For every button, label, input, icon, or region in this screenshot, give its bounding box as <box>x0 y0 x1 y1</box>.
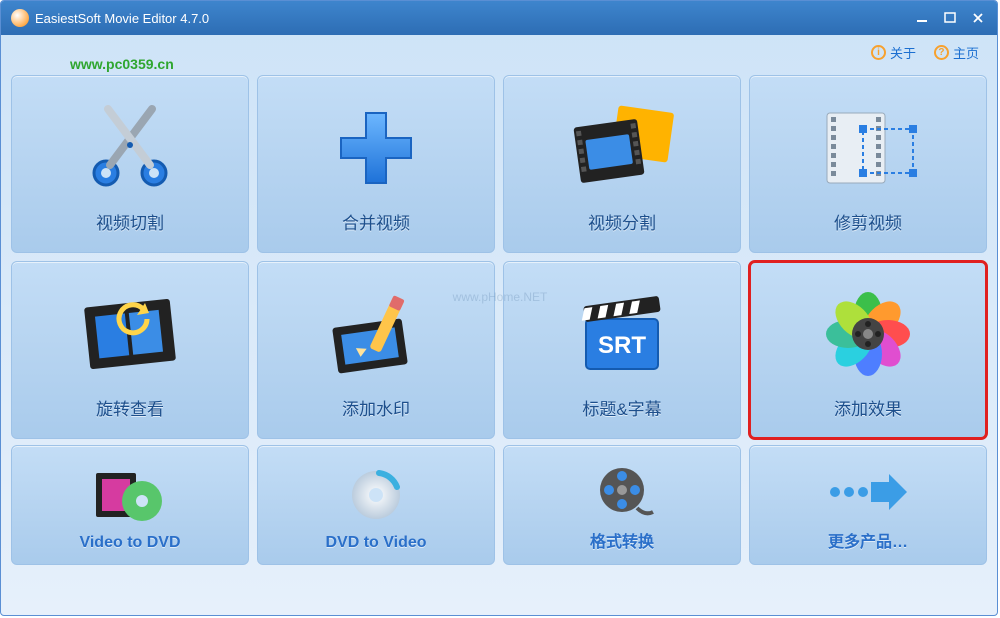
video-to-dvd-icon <box>18 456 242 534</box>
minimize-button[interactable] <box>909 8 935 28</box>
scissors-icon <box>18 86 242 209</box>
tile-label: 合并视频 <box>342 209 410 234</box>
tile-more-products[interactable]: 更多产品… <box>749 445 987 565</box>
maximize-button[interactable] <box>937 8 963 28</box>
srt-clapper-icon: SRT <box>510 272 734 395</box>
about-label: 关于 <box>890 43 916 62</box>
bottom-row: Video to DVD DVD to Video <box>1 445 997 575</box>
tile-label: 旋转查看 <box>96 395 164 420</box>
filmstrip-split-icon <box>510 86 734 209</box>
question-icon: ? <box>934 45 949 60</box>
tile-dvd-to-video[interactable]: DVD to Video <box>257 445 495 565</box>
minimize-icon <box>916 12 928 24</box>
film-rotate-icon <box>18 272 242 395</box>
titlebar: EasiestSoft Movie Editor 4.7.0 <box>1 1 997 35</box>
tile-format-convert[interactable]: 格式转换 <box>503 445 741 565</box>
dvd-to-video-icon <box>264 456 488 534</box>
tile-rotate-view[interactable]: 旋转查看 <box>11 261 249 439</box>
tile-label: 更多产品… <box>828 528 908 552</box>
plus-icon <box>264 86 488 209</box>
maximize-icon <box>944 12 956 24</box>
tile-title-subtitle[interactable]: SRT 标题&字幕 <box>503 261 741 439</box>
about-link[interactable]: i 关于 <box>871 43 916 62</box>
tile-label: 添加效果 <box>834 395 902 420</box>
film-crop-icon <box>756 86 980 209</box>
pencil-film-icon <box>264 272 488 395</box>
tile-video-cut[interactable]: 视频切割 <box>11 75 249 253</box>
app-icon <box>11 9 29 27</box>
home-label: 主页 <box>953 43 979 62</box>
url-watermark: www.pc0359.cn <box>70 56 174 72</box>
window-title: EasiestSoft Movie Editor 4.7.0 <box>35 11 907 26</box>
tile-label: DVD to Video <box>325 534 426 552</box>
tile-add-effect[interactable]: 添加效果 <box>749 261 987 439</box>
tile-video-split[interactable]: 视频分割 <box>503 75 741 253</box>
close-icon <box>972 12 984 24</box>
info-icon: i <box>871 45 886 60</box>
reel-convert-icon <box>510 456 734 528</box>
tile-label: 添加水印 <box>342 395 410 420</box>
svg-text:SRT: SRT <box>598 332 646 359</box>
arrow-more-icon <box>756 456 980 528</box>
color-wheel-icon <box>756 272 980 395</box>
tile-merge-video[interactable]: 合并视频 <box>257 75 495 253</box>
tile-label: 视频分割 <box>588 209 656 234</box>
tile-label: Video to DVD <box>79 534 180 552</box>
tile-label: 格式转换 <box>590 528 654 552</box>
app-window: EasiestSoft Movie Editor 4.7.0 www.pc035… <box>0 0 998 616</box>
tile-label: 标题&字幕 <box>582 395 661 420</box>
tile-add-watermark[interactable]: 添加水印 <box>257 261 495 439</box>
tile-video-to-dvd[interactable]: Video to DVD <box>11 445 249 565</box>
tile-trim-video[interactable]: 修剪视频 <box>749 75 987 253</box>
tile-label: 视频切割 <box>96 209 164 234</box>
tile-label: 修剪视频 <box>834 209 902 234</box>
main-grid: 视频切割 合并视频 <box>1 69 997 445</box>
home-link[interactable]: ? 主页 <box>934 43 979 62</box>
close-button[interactable] <box>965 8 991 28</box>
